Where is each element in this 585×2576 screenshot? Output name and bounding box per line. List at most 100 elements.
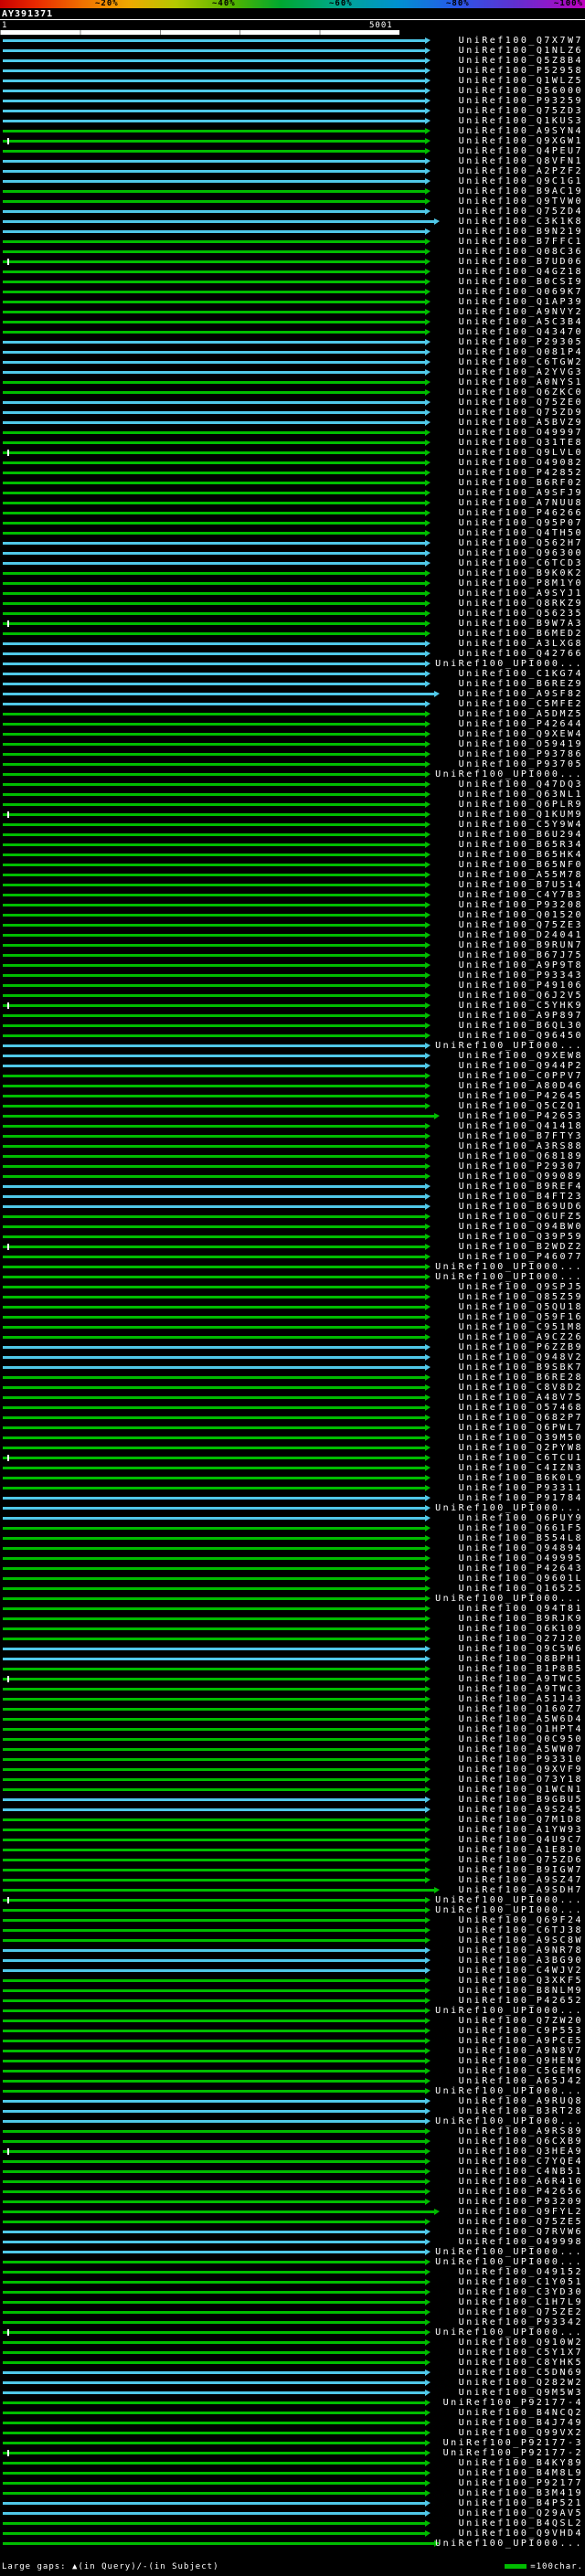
hit-label[interactable]: UniRef100_Q41418 (459, 1121, 583, 1131)
hit-bar[interactable] (3, 311, 425, 313)
hit-bar[interactable] (3, 1004, 425, 1007)
hit-label[interactable]: UniRef100_A9TWC3 (459, 1684, 583, 1694)
hit-bar[interactable] (3, 331, 425, 334)
hit-bar[interactable] (3, 230, 425, 233)
hit-bar[interactable] (3, 522, 425, 525)
hit-label[interactable]: UniRef100_Q6J2V5 (459, 991, 583, 1001)
hit-bar[interactable] (3, 2241, 425, 2243)
hit-label[interactable]: UniRef100_B9RJK9 (459, 1614, 583, 1624)
hit-bar[interactable] (3, 482, 425, 484)
hit-label[interactable]: UniRef100_B554L8 (459, 1533, 583, 1543)
hit-label[interactable]: UniRef100_A6R410 (459, 2177, 583, 2187)
hit-label[interactable]: UniRef100_Q910W2 (459, 2337, 583, 2348)
hit-bar[interactable] (3, 492, 425, 494)
hit-label[interactable]: UniRef100_B9N219 (459, 227, 583, 237)
hit-bar[interactable] (3, 2422, 425, 2424)
hit-label[interactable]: UniRef100_P42653 (459, 1111, 583, 1121)
hit-label[interactable]: UniRef100_C951M8 (459, 1322, 583, 1332)
hit-label[interactable]: UniRef100_C9P553 (459, 2026, 583, 2036)
hit-label[interactable]: UniRef100_C1KG74 (459, 669, 583, 679)
hit-label[interactable]: UniRef100_Q9TVW0 (459, 196, 583, 207)
hit-bar[interactable] (3, 673, 425, 675)
hit-label[interactable]: UniRef100_Q95P07 (459, 518, 583, 528)
hit-label[interactable]: UniRef100_B7U514 (459, 880, 583, 890)
hit-bar[interactable] (3, 2381, 425, 2384)
hit-bar[interactable] (3, 683, 425, 685)
hit-bar[interactable] (3, 1416, 425, 1419)
hit-bar[interactable] (3, 2261, 425, 2263)
hit-bar[interactable] (3, 2462, 425, 2465)
hit-bar[interactable] (3, 160, 425, 163)
hit-bar[interactable] (3, 1467, 425, 1469)
hit-label[interactable]: UniRef100_P42852 (459, 468, 583, 478)
hit-label[interactable]: UniRef100_Q9M5W3 (459, 2388, 583, 2398)
hit-label[interactable]: UniRef100_Q63NL1 (459, 790, 583, 800)
hit-bar[interactable] (3, 130, 425, 133)
hit-label[interactable]: UniRef100_Q5CZQ1 (459, 1101, 583, 1111)
hit-bar[interactable] (3, 1738, 425, 1741)
hit-bar[interactable] (3, 2311, 425, 2314)
hit-bar[interactable] (3, 2482, 425, 2485)
hit-label[interactable]: UniRef100_Q7ZW20 (459, 2016, 583, 2026)
hit-label[interactable]: UniRef100_C5DN69 (459, 2368, 583, 2378)
hit-bar[interactable] (3, 1708, 425, 1711)
hit-bar[interactable] (3, 944, 425, 947)
hit-label[interactable]: UniRef100_C0PPV7 (459, 1071, 583, 1081)
hit-label[interactable]: UniRef100_Q7M1D8 (459, 1815, 583, 1825)
hit-label[interactable]: UniRef100_Q75ZD3 (459, 106, 583, 116)
hit-bar[interactable] (3, 2301, 425, 2304)
hit-label[interactable]: UniRef100_B4P521 (459, 2498, 583, 2508)
hit-label[interactable]: UniRef100_A3RS88 (459, 1141, 583, 1151)
hit-bar[interactable] (3, 954, 425, 957)
hit-label[interactable]: UniRef100_Q6ZKC0 (459, 387, 583, 398)
hit-bar[interactable] (3, 1808, 425, 1811)
hit-label[interactable]: UniRef100_C3YD30 (459, 2287, 583, 2297)
hit-bar[interactable] (3, 2150, 425, 2153)
hit-bar[interactable] (3, 632, 425, 635)
hit-bar[interactable] (3, 1768, 425, 1771)
hit-label[interactable]: UniRef100_P52958 (459, 66, 583, 76)
hit-label[interactable]: UniRef100_B2WDZ2 (459, 1242, 583, 1252)
hit-label[interactable]: UniRef100_B9REF4 (459, 1182, 583, 1192)
hit-bar[interactable] (3, 170, 425, 173)
hit-label[interactable]: UniRef100_Q8VFN1 (459, 156, 583, 166)
hit-bar[interactable] (3, 572, 425, 575)
hit-bar[interactable] (3, 260, 425, 263)
hit-label[interactable]: UniRef100_Q1WLZ5 (459, 76, 583, 86)
hit-label[interactable]: UniRef100_B9SBK7 (459, 1362, 583, 1373)
hit-label[interactable]: UniRef100_B7FFC1 (459, 237, 583, 247)
hit-label[interactable]: UniRef100_Q85Z59 (459, 1292, 583, 1302)
hit-label[interactable]: UniRef100_C8YHK5 (459, 2358, 583, 2368)
hit-bar[interactable] (3, 1959, 425, 1962)
hit-label[interactable]: UniRef100_Q75ZE5 (459, 2217, 583, 2227)
hit-label[interactable]: UniRef100_B6QL30 (459, 1021, 583, 1031)
hit-bar[interactable] (3, 2321, 425, 2324)
hit-bar[interactable] (3, 1909, 425, 1912)
hit-bar[interactable] (3, 1557, 425, 1560)
hit-bar[interactable] (3, 1688, 425, 1691)
hit-label[interactable]: UniRef100_A3LXG8 (459, 639, 583, 649)
hit-label[interactable]: UniRef100_A9SF82 (459, 689, 583, 699)
hit-bar[interactable] (3, 713, 425, 716)
hit-label[interactable]: UniRef100_B65R34 (459, 840, 583, 850)
hit-label[interactable]: UniRef100_C5Y1X7 (459, 2348, 583, 2358)
hit-label[interactable]: UniRef100_P42643 (459, 1564, 583, 1574)
hit-label[interactable]: UniRef100_A0NYS1 (459, 377, 583, 387)
hit-bar[interactable] (3, 2210, 434, 2213)
hit-label[interactable]: UniRef100_Q56235 (459, 609, 583, 619)
hit-label[interactable]: UniRef100_UPI000... (435, 1895, 583, 1905)
hit-bar[interactable] (3, 1225, 425, 1228)
hit-label[interactable]: UniRef100_O57468 (459, 1403, 583, 1413)
hit-bar[interactable] (3, 974, 425, 977)
hit-label[interactable]: UniRef100_A9RUQ8 (459, 2096, 583, 2106)
hit-label[interactable]: UniRef100_C3K1K8 (459, 217, 583, 227)
hit-bar[interactable] (3, 2432, 425, 2434)
hit-bar[interactable] (3, 642, 425, 645)
hit-label[interactable]: UniRef100_P93342 (459, 2317, 583, 2327)
hit-bar[interactable] (3, 1577, 425, 1580)
hit-bar[interactable] (3, 391, 425, 394)
hit-bar[interactable] (3, 1205, 425, 1208)
hit-bar[interactable] (3, 1547, 425, 1550)
hit-label[interactable]: UniRef100_Q7RVW6 (459, 2227, 583, 2237)
hit-bar[interactable] (3, 1336, 425, 1339)
